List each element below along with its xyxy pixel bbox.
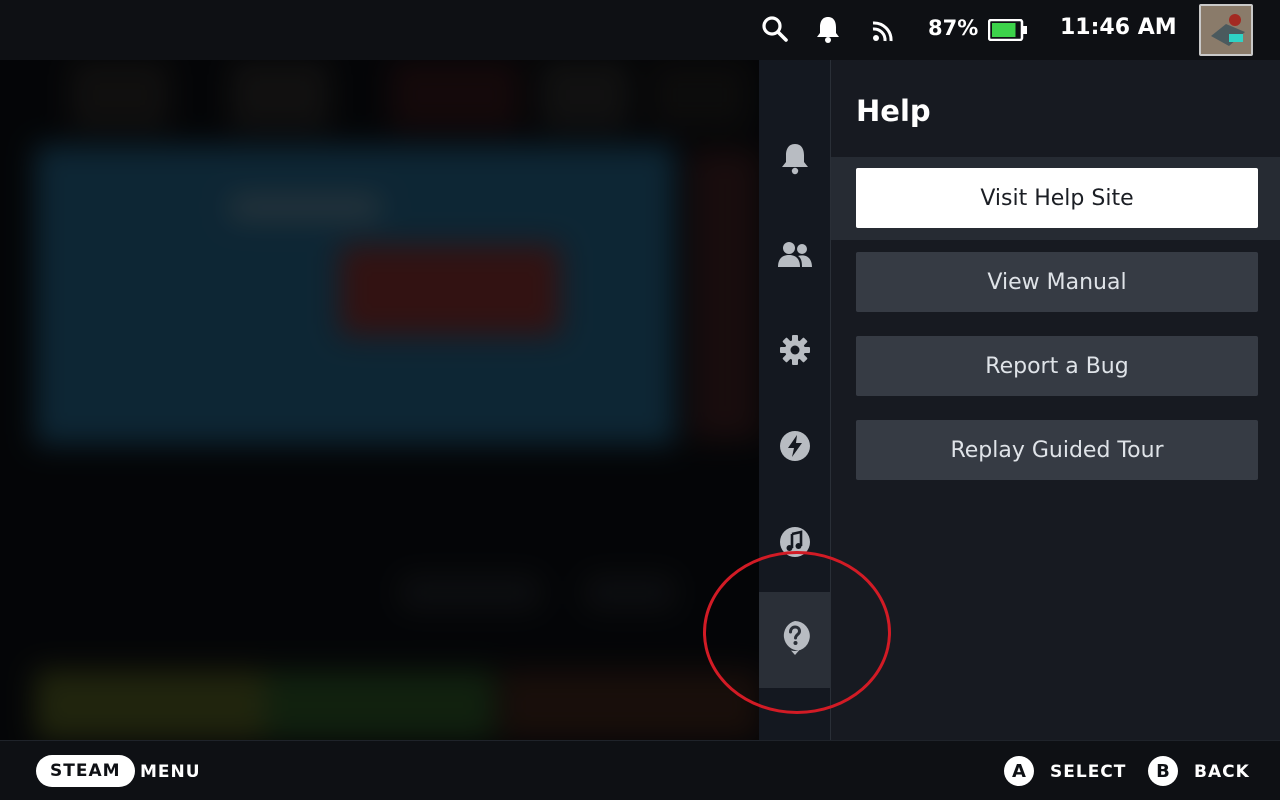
select-label: SELECT: [1050, 762, 1127, 782]
avatar[interactable]: [1199, 4, 1253, 56]
rail-item-notifications[interactable]: [759, 112, 830, 208]
b-button-glyph: B: [1148, 756, 1178, 786]
help-panel: Help Visit Help Site View Manual Report …: [830, 60, 1280, 740]
rail-item-performance[interactable]: [759, 400, 830, 496]
lightning-icon: [779, 430, 811, 466]
visit-help-site-button[interactable]: Visit Help Site: [856, 168, 1258, 228]
steam-button[interactable]: STEAM: [36, 755, 135, 787]
clock: 11:46 AM: [1060, 15, 1177, 40]
battery-percent: 87%: [928, 16, 979, 40]
a-button-glyph: A: [1004, 756, 1034, 786]
rail-item-friends[interactable]: [759, 208, 830, 304]
button-label: Visit Help Site: [980, 185, 1134, 211]
friends-icon: [777, 239, 812, 273]
search-icon[interactable]: [760, 14, 790, 48]
menu-label: MENU: [140, 762, 201, 782]
report-bug-button[interactable]: Report a Bug: [856, 336, 1258, 396]
gear-icon: [779, 334, 811, 370]
wifi-icon: [870, 14, 898, 48]
battery-icon: [987, 18, 1027, 42]
button-label: Report a Bug: [985, 353, 1129, 379]
button-label: Replay Guided Tour: [950, 437, 1164, 463]
back-label: BACK: [1194, 762, 1250, 782]
button-label: View Manual: [987, 269, 1127, 295]
footer-hints: STEAM MENU A SELECT B BACK: [0, 740, 1280, 800]
rail-item-settings[interactable]: [759, 304, 830, 400]
bell-icon[interactable]: [815, 14, 841, 48]
view-manual-button[interactable]: View Manual: [856, 252, 1258, 312]
status-bar: 87% 11:46 AM: [0, 0, 1280, 60]
bell-icon: [780, 141, 810, 179]
panel-title: Help: [856, 94, 931, 128]
replay-guided-tour-button[interactable]: Replay Guided Tour: [856, 420, 1258, 480]
annotation-circle: [703, 551, 891, 714]
